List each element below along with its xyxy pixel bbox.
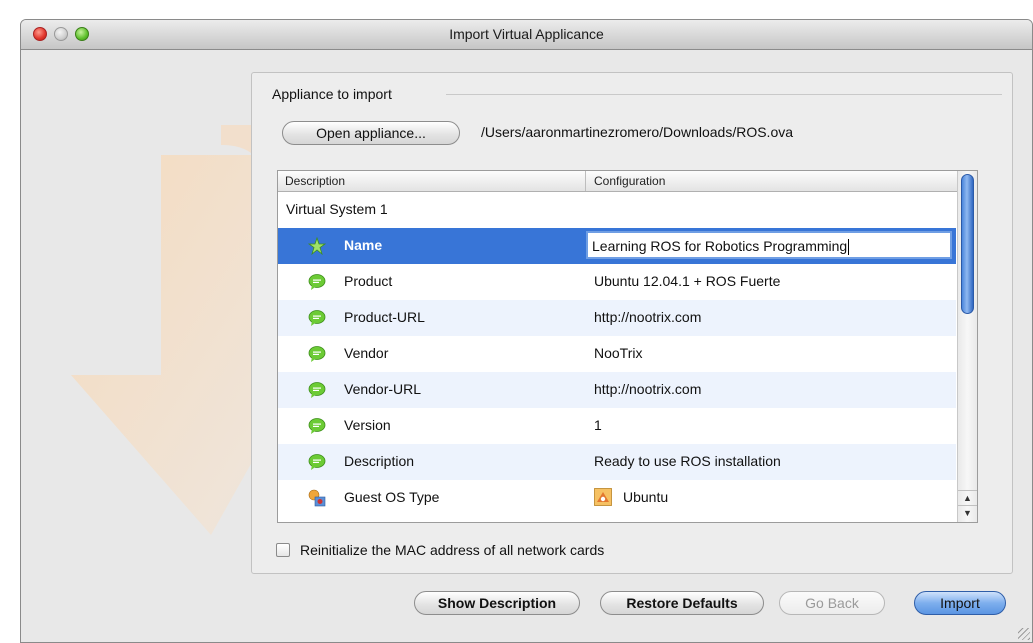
reinit-mac-checkbox[interactable]: [276, 543, 290, 557]
row-label: Product-URL: [344, 309, 425, 325]
table-row-virtual-system[interactable]: Virtual System 1: [278, 192, 956, 228]
row-label: Name: [344, 237, 383, 253]
show-description-button[interactable]: Show Description: [414, 591, 580, 615]
row-label: Vendor: [344, 345, 389, 361]
scroll-up-arrow-icon[interactable]: ▲: [958, 490, 977, 506]
virtual-system-label: Virtual System 1: [286, 201, 388, 217]
column-separator: [585, 171, 586, 191]
table-row-product-url[interactable]: Product-URL http://nootrix.com: [278, 300, 956, 336]
column-header-description[interactable]: Description: [285, 174, 345, 188]
speech-bubble-icon: [308, 310, 326, 326]
appliance-path: /Users/aaronmartinezromero/Downloads/ROS…: [481, 124, 794, 140]
appliance-panel: Appliance to import Open appliance... /U…: [251, 72, 1013, 574]
go-back-button[interactable]: Go Back: [779, 591, 885, 615]
table-row-vendor-url[interactable]: Vendor-URL http://nootrix.com: [278, 372, 956, 408]
reinit-mac-label[interactable]: Reinitialize the MAC address of all netw…: [300, 542, 604, 558]
appliance-settings-table[interactable]: Description Configuration Virtual System…: [277, 170, 978, 523]
text-caret: [848, 239, 850, 256]
speech-bubble-icon: [308, 382, 326, 398]
row-value[interactable]: http://nootrix.com: [594, 309, 701, 325]
appliance-section-label: Appliance to import: [272, 86, 392, 102]
scrollbar-thumb[interactable]: [961, 174, 974, 314]
row-label: Guest OS Type: [344, 489, 440, 505]
row-value[interactable]: NooTrix: [594, 345, 643, 361]
open-appliance-button[interactable]: Open appliance...: [282, 121, 460, 145]
restore-defaults-button[interactable]: Restore Defaults: [600, 591, 764, 615]
row-value[interactable]: http://nootrix.com: [594, 381, 701, 397]
title-bar[interactable]: Import Virtual Applicance: [21, 20, 1032, 50]
speech-bubble-icon: [308, 274, 326, 290]
row-label: Product: [344, 273, 393, 289]
speech-bubble-icon: [308, 418, 326, 434]
row-value[interactable]: 1: [594, 417, 602, 433]
column-header-configuration[interactable]: Configuration: [594, 174, 665, 188]
import-appliance-window: Import Virtual Applicance Appliance to i…: [20, 19, 1033, 643]
table-row-product[interactable]: Product Ubuntu 12.04.1 + ROS Fuerte: [278, 264, 956, 300]
table-row-vendor[interactable]: Vendor NooTrix: [278, 336, 956, 372]
vertical-scrollbar[interactable]: ▲ ▼: [957, 171, 977, 522]
row-value[interactable]: Ready to use ROS installation: [594, 453, 781, 469]
star-icon: [308, 237, 326, 255]
row-value[interactable]: Ubuntu 12.04.1 + ROS Fuerte: [594, 273, 780, 289]
row-label: Version: [344, 417, 391, 433]
import-button[interactable]: Import: [914, 591, 1006, 615]
section-divider: [446, 94, 1002, 95]
ubuntu-icon: [594, 488, 612, 506]
speech-bubble-icon: [308, 454, 326, 470]
row-label: Description: [344, 453, 415, 469]
name-field-value: Learning ROS for Robotics Programming: [592, 238, 848, 254]
table-row-description[interactable]: Description Ready to use ROS installatio…: [278, 444, 956, 480]
scroll-down-arrow-icon[interactable]: ▼: [958, 505, 977, 521]
speech-bubble-icon: [308, 346, 326, 362]
table-row-guest-os-type[interactable]: Guest OS Type Ubuntu: [278, 480, 956, 516]
table-row-name[interactable]: Name Learning ROS for Robotics Programmi…: [278, 228, 956, 264]
table-row-version[interactable]: Version 1: [278, 408, 956, 444]
table-header: Description Configuration: [278, 171, 977, 192]
window-title: Import Virtual Applicance: [449, 26, 604, 42]
row-label: Vendor-URL: [344, 381, 422, 397]
appliance-name-field[interactable]: Learning ROS for Robotics Programming: [586, 231, 952, 259]
resize-grip-icon[interactable]: [1018, 628, 1030, 640]
row-value[interactable]: Ubuntu: [623, 489, 668, 505]
os-type-icon: [308, 489, 326, 507]
